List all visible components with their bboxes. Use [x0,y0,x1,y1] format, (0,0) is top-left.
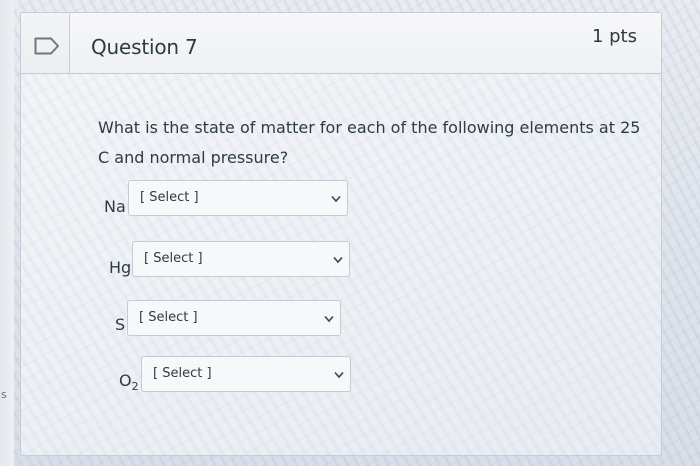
select-value: [ Select ] [144,251,203,266]
chevron-down-icon [324,315,334,323]
chevron-down-icon [333,256,343,264]
answer-select-na[interactable]: [ Select ] [128,180,348,216]
question-title: Question 7 [91,35,198,59]
answer-select-hg[interactable]: [ Select ] [132,241,350,277]
element-symbol: O [119,371,132,390]
bookmark-flag-icon [34,37,59,55]
flag-question-button[interactable] [21,13,70,73]
element-symbol: Hg [109,258,132,277]
select-value: [ Select ] [139,310,198,325]
edge-mark: s [1,388,7,401]
element-symbol: Na [104,197,126,216]
chevron-down-icon [334,371,344,379]
answer-label-o2: O2 [119,371,139,393]
answer-label-hg: Hg [109,258,131,277]
select-value: [ Select ] [140,190,199,205]
answer-label-s: S [115,315,125,334]
question-header: Question 7 1 pts [21,13,661,74]
answer-label-na: Na [104,197,126,216]
question-text: What is the state of matter for each of … [98,118,641,167]
answer-select-s[interactable]: [ Select ] [127,300,341,336]
question-card: Question 7 1 pts What is the state of ma… [20,12,662,456]
page-edge: s [0,0,14,466]
element-subscript: 2 [131,380,139,394]
element-symbol: S [115,315,126,334]
chevron-down-icon [331,195,341,203]
answer-select-o2[interactable]: [ Select ] [141,356,351,392]
select-value: [ Select ] [153,366,212,381]
question-points: 1 pts [591,26,637,47]
